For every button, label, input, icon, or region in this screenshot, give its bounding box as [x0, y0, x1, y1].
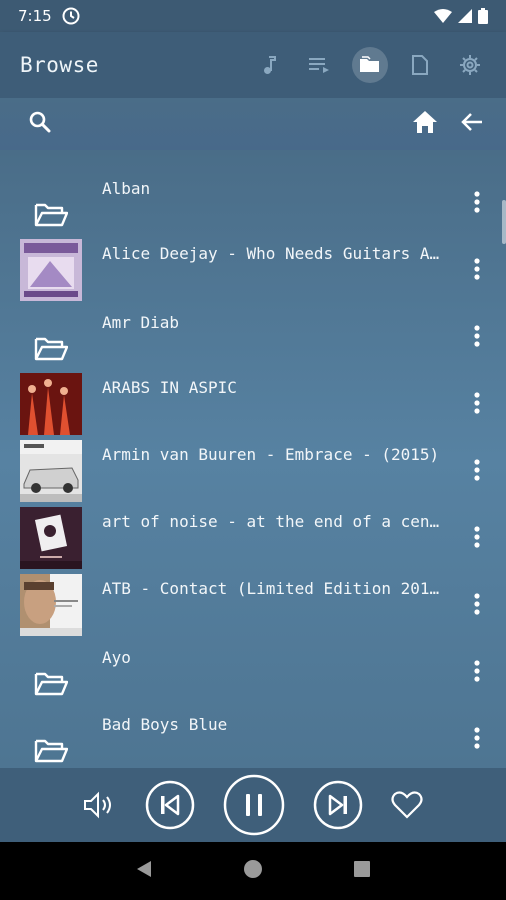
gear-icon: [460, 55, 480, 75]
item-title: Bad Boys Blue: [102, 715, 228, 734]
wifi-icon: [434, 9, 452, 23]
app-bar: Browse: [0, 32, 506, 98]
item-title: ATB - Contact (Limited Edition 2014): [102, 579, 440, 598]
item-menu-button[interactable]: [474, 727, 480, 753]
item-menu-button[interactable]: [474, 258, 480, 284]
more-vert-icon: [474, 325, 480, 347]
album-art: [20, 238, 82, 301]
more-vert-icon: [474, 459, 480, 481]
square-recents-icon: [353, 861, 370, 877]
item-title: Alice Deejay - Who Needs Guitars Anyway: [102, 244, 440, 263]
folder-icon: [360, 56, 379, 72]
more-vert-icon: [474, 526, 480, 548]
item-menu-button[interactable]: [474, 459, 480, 485]
more-vert-icon: [474, 727, 480, 749]
list-scrollbar[interactable]: [502, 200, 506, 244]
list-item[interactable]: art of noise - at the end of a century: [0, 504, 500, 571]
list-item[interactable]: Armin van Buuren - Embrace - (2015): [0, 437, 500, 504]
tab-browse[interactable]: [352, 47, 388, 83]
back-button[interactable]: [460, 110, 484, 138]
item-menu-button[interactable]: [474, 191, 480, 217]
list-item[interactable]: Ayo: [0, 638, 500, 705]
item-title: Alban: [102, 179, 151, 198]
album-art: [20, 573, 82, 636]
queue-list-icon: [309, 58, 329, 73]
tab-files[interactable]: [402, 47, 438, 83]
folder-open-icon: [34, 672, 68, 695]
skip-next-icon: [313, 780, 363, 830]
folder-item-icon-wrap: [20, 172, 82, 234]
list-item[interactable]: Bad Boys Blue: [0, 705, 500, 768]
search-icon: [29, 111, 51, 133]
item-menu-button[interactable]: [474, 392, 480, 418]
list-item[interactable]: Alban: [0, 169, 500, 236]
page-title: Browse: [20, 53, 99, 77]
status-time: 7:15: [18, 7, 52, 25]
more-vert-icon: [474, 593, 480, 615]
tab-queue[interactable]: [302, 47, 338, 83]
album-art: [20, 506, 82, 569]
list-item[interactable]: Alice Deejay - Who Needs Guitars Anyway: [0, 236, 500, 303]
skip-previous-icon: [145, 780, 195, 830]
next-button[interactable]: [313, 780, 363, 830]
pause-icon: [223, 774, 285, 836]
tab-now-playing[interactable]: [252, 47, 288, 83]
album-art: [20, 439, 82, 502]
circle-home-icon: [243, 860, 262, 878]
nav-back-button[interactable]: [134, 859, 154, 883]
home-icon: [413, 111, 437, 133]
more-vert-icon: [474, 660, 480, 682]
system-nav-bar: [0, 842, 506, 900]
item-menu-button[interactable]: [474, 660, 480, 686]
volume-icon: [84, 791, 111, 819]
volume-button[interactable]: [83, 791, 115, 819]
item-menu-button[interactable]: [474, 593, 480, 619]
sync-icon: [62, 7, 80, 25]
list-item[interactable]: ATB - Contact (Limited Edition 2014): [0, 571, 500, 638]
nav-home-button[interactable]: [243, 859, 263, 883]
more-vert-icon: [474, 191, 480, 213]
battery-icon: [478, 8, 488, 24]
search-button[interactable]: [28, 110, 52, 138]
folder-open-icon: [34, 739, 68, 762]
home-button[interactable]: [412, 110, 438, 138]
item-title: Ayo: [102, 648, 131, 667]
item-title: art of noise - at the end of a century: [102, 512, 440, 531]
nav-recents-button[interactable]: [352, 859, 372, 883]
status-bar: 7:15: [0, 0, 506, 32]
item-menu-button[interactable]: [474, 325, 480, 351]
album-art: [20, 372, 82, 435]
item-title: Armin van Buuren - Embrace - (2015): [102, 445, 440, 464]
signal-icon: [458, 9, 472, 23]
heart-icon: [391, 791, 423, 819]
list-item[interactable]: ARABS IN ASPIC: [0, 370, 500, 437]
folder-item-icon-wrap: [20, 708, 82, 769]
favorite-button[interactable]: [391, 791, 423, 819]
more-vert-icon: [474, 258, 480, 280]
folder-item-icon-wrap: [20, 641, 82, 703]
folder-open-icon: [34, 203, 68, 226]
triangle-back-icon: [137, 861, 152, 877]
browse-toolbar: [0, 98, 506, 150]
more-vert-icon: [474, 392, 480, 414]
arrow-left-icon: [461, 113, 482, 131]
previous-button[interactable]: [145, 780, 195, 830]
pause-button[interactable]: [223, 774, 285, 836]
folder-open-icon: [34, 337, 68, 360]
file-icon: [412, 55, 428, 75]
item-menu-button[interactable]: [474, 526, 480, 552]
browse-list: Alban Alice Deejay - Who Needs Guitars An…: [0, 168, 506, 768]
item-title: ARABS IN ASPIC: [102, 378, 237, 397]
music-note-icon: [264, 56, 276, 74]
item-title: Amr Diab: [102, 313, 180, 332]
player-bar: [0, 768, 506, 842]
tab-settings[interactable]: [452, 47, 488, 83]
folder-item-icon-wrap: [20, 306, 82, 368]
list-item[interactable]: Amr Diab: [0, 303, 500, 370]
